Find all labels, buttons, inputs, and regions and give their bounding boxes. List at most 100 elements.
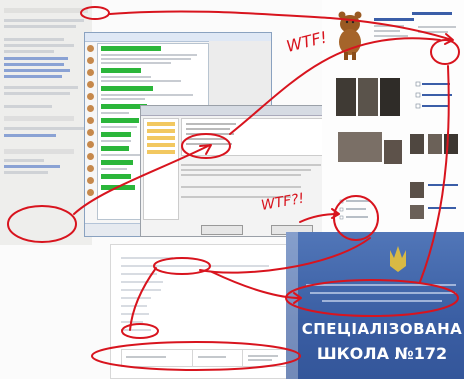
folder-icon[interactable]: [147, 143, 175, 147]
profile-status-line: [374, 35, 408, 37]
dialog-nav-list[interactable]: [143, 118, 179, 220]
chat-sender-line: [101, 118, 139, 123]
collage-stage: СПЕЦІАЛІЗОВАНА ШКОЛА №172 WTF! WTF?!: [0, 0, 464, 379]
document-line: [121, 257, 173, 259]
chat-sender-line: [101, 132, 131, 137]
forum-post-text: [4, 171, 48, 174]
forum-post-text: [4, 50, 54, 53]
chat-sender-line: [101, 86, 153, 91]
forum-link[interactable]: [4, 63, 64, 66]
folder-icon[interactable]: [147, 150, 175, 154]
user-info-dialog: [140, 105, 340, 237]
chat-sender-line: [101, 174, 131, 179]
forum-post-header: [4, 149, 74, 154]
photo-thumbnail[interactable]: [380, 78, 400, 116]
user-avatar-icon[interactable]: [87, 165, 94, 172]
forum-post-text: [4, 105, 52, 108]
user-avatar-icon[interactable]: [87, 117, 94, 124]
user-avatar-icon[interactable]: [87, 81, 94, 88]
checkbox-label: [346, 208, 366, 210]
folder-icon[interactable]: [147, 129, 175, 133]
user-avatar-icon[interactable]: [410, 205, 424, 219]
user-avatar-icon[interactable]: [410, 182, 424, 198]
bear-avatar-icon[interactable]: [338, 11, 362, 61]
forum-link[interactable]: [4, 75, 62, 78]
document-line: [121, 305, 147, 307]
forum-post-text: [4, 25, 76, 28]
document-line: [121, 313, 149, 315]
chat-sender-line: [101, 185, 135, 190]
user-avatar-icon[interactable]: [410, 134, 424, 154]
info-field: [186, 128, 230, 130]
checkbox[interactable]: [339, 207, 344, 212]
chat-message-text: [101, 76, 151, 78]
user-avatar-icon[interactable]: [428, 134, 442, 154]
user-avatar-icon[interactable]: [87, 93, 94, 100]
checkbox[interactable]: [339, 199, 344, 204]
description-line: [181, 186, 301, 188]
chat-message-text: [101, 98, 145, 100]
user-avatar-icon[interactable]: [87, 105, 94, 112]
photo-thumbnail[interactable]: [384, 140, 402, 164]
checkbox-label: [346, 200, 370, 202]
photo-thumbnail[interactable]: [336, 78, 356, 116]
folder-icon[interactable]: [147, 122, 175, 126]
user-avatar-icon[interactable]: [87, 177, 94, 184]
profile-status-line: [374, 30, 400, 32]
forum-post-text: [4, 127, 84, 130]
chat-message-text: [101, 112, 129, 114]
forum-post-text: [4, 159, 44, 162]
sign-school-number: ШКОЛА №172: [316, 344, 448, 363]
chat-message-text: [101, 80, 181, 82]
document-table: [121, 349, 293, 367]
sign-small-text: [306, 284, 456, 286]
social-profile-page: [322, 0, 464, 245]
forum-link[interactable]: [4, 69, 70, 72]
document-line: [121, 321, 143, 323]
user-avatar-icon[interactable]: [87, 129, 94, 136]
forum-link[interactable]: [4, 57, 68, 60]
forum-post-text: [4, 38, 64, 41]
info-field: [186, 143, 232, 145]
ok-button[interactable]: [201, 225, 243, 235]
forum-post-header: [4, 8, 88, 13]
checkbox[interactable]: [415, 92, 421, 98]
photo-thumbnail[interactable]: [338, 132, 382, 162]
checkbox[interactable]: [415, 103, 421, 109]
info-field: [186, 138, 226, 140]
chat-sender-line: [101, 46, 161, 51]
document-line: [159, 265, 269, 267]
friend-name-line: [428, 207, 456, 209]
right-column-text: [418, 31, 448, 33]
document-line: [121, 329, 151, 331]
info-field: [186, 123, 236, 125]
user-avatar-icon[interactable]: [87, 189, 94, 196]
user-avatar-icon[interactable]: [87, 57, 94, 64]
user-avatar-icon[interactable]: [87, 153, 94, 160]
user-avatar-icon[interactable]: [87, 69, 94, 76]
forum-link[interactable]: [4, 134, 56, 137]
chat-message-text: [101, 126, 137, 128]
checkbox[interactable]: [339, 215, 344, 220]
description-line: [181, 196, 291, 198]
user-avatar-icon[interactable]: [444, 134, 458, 154]
folder-icon[interactable]: [147, 136, 175, 140]
profile-name-line: [374, 18, 414, 21]
description-line: [181, 164, 321, 166]
user-avatar-icon[interactable]: [87, 45, 94, 52]
forum-link[interactable]: [4, 165, 60, 168]
chat-message-text: [101, 168, 127, 170]
forum-post-text: [4, 19, 84, 22]
checkbox[interactable]: [415, 81, 421, 87]
checkbox-label: [422, 83, 450, 85]
right-column-text: [418, 26, 456, 28]
document-page: [110, 244, 298, 379]
photo-thumbnail[interactable]: [358, 78, 378, 116]
sign-small-text: [322, 300, 442, 302]
sign-title: СПЕЦІАЛІЗОВАНА: [301, 320, 463, 338]
user-avatar-icon[interactable]: [87, 141, 94, 148]
chat-message-text: [101, 62, 171, 64]
chat-sender-line: [101, 160, 133, 165]
forum-post-text: [4, 44, 74, 47]
checkbox-label: [422, 105, 448, 107]
